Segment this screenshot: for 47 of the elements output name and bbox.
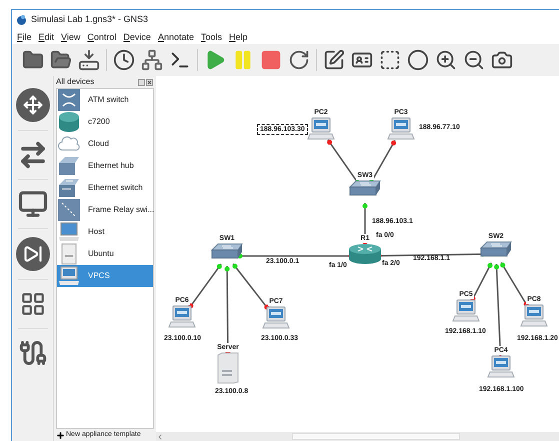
appliance-item[interactable]: Ethernet switch	[57, 177, 153, 199]
panel-title: All devices	[56, 76, 94, 88]
window-title: Simulasi Lab 1.gns3* - GNS3	[31, 13, 148, 26]
menu-item[interactable]: View	[61, 32, 80, 42]
menu-item[interactable]: Tools	[200, 32, 222, 42]
computer-icon	[520, 304, 548, 328]
computer-icon	[487, 355, 515, 379]
skip-icon[interactable]	[16, 237, 50, 271]
appliance-item[interactable]: Ubuntu	[57, 243, 153, 265]
menu-item[interactable]: Control	[87, 32, 116, 42]
menu-item[interactable]: Edit	[38, 32, 54, 42]
save-icon[interactable]	[76, 47, 102, 73]
move-icon[interactable]	[16, 88, 50, 122]
computer-icon	[452, 299, 480, 323]
router-icon	[348, 243, 382, 265]
computer-icon	[58, 265, 80, 287]
panel-buttons-icon[interactable]	[138, 78, 154, 86]
router-icon	[58, 111, 80, 133]
switch-icon	[349, 180, 381, 196]
switch-icon	[480, 241, 512, 257]
plus-icon	[56, 430, 65, 440]
appliance-item[interactable]: c7200	[57, 111, 153, 133]
computer-icon	[307, 117, 335, 141]
appliance-item[interactable]: Frame Relay swi...	[57, 199, 153, 221]
computer-icon	[262, 306, 290, 330]
computer-icon	[387, 117, 415, 141]
scroll-left-icon	[156, 432, 164, 440]
menu-item[interactable]: Help	[229, 32, 248, 42]
appliance-item[interactable]: Cloud	[57, 133, 153, 155]
topology-icon[interactable]	[139, 47, 165, 73]
server-icon	[216, 352, 240, 384]
menu-item[interactable]: Device	[123, 32, 151, 42]
appliance-item[interactable]: Host	[57, 221, 153, 243]
horizontal-scrollbar[interactable]	[156, 432, 559, 441]
appliance-item[interactable]: Ethernet hub	[57, 155, 153, 177]
link-line	[232, 263, 270, 310]
switch-icon	[211, 243, 243, 259]
computer-icon	[58, 221, 80, 243]
link-line	[188, 264, 222, 309]
app-icon	[16, 14, 27, 26]
menu-item[interactable]: Annotate	[158, 32, 194, 42]
computer-icon	[168, 305, 196, 329]
appliance-item[interactable]: ATM switch	[57, 89, 153, 111]
menu-item[interactable]: File	[17, 32, 32, 42]
clock-icon[interactable]	[111, 47, 137, 73]
hub-icon	[58, 155, 80, 177]
ellipse-icon[interactable]	[405, 47, 431, 73]
